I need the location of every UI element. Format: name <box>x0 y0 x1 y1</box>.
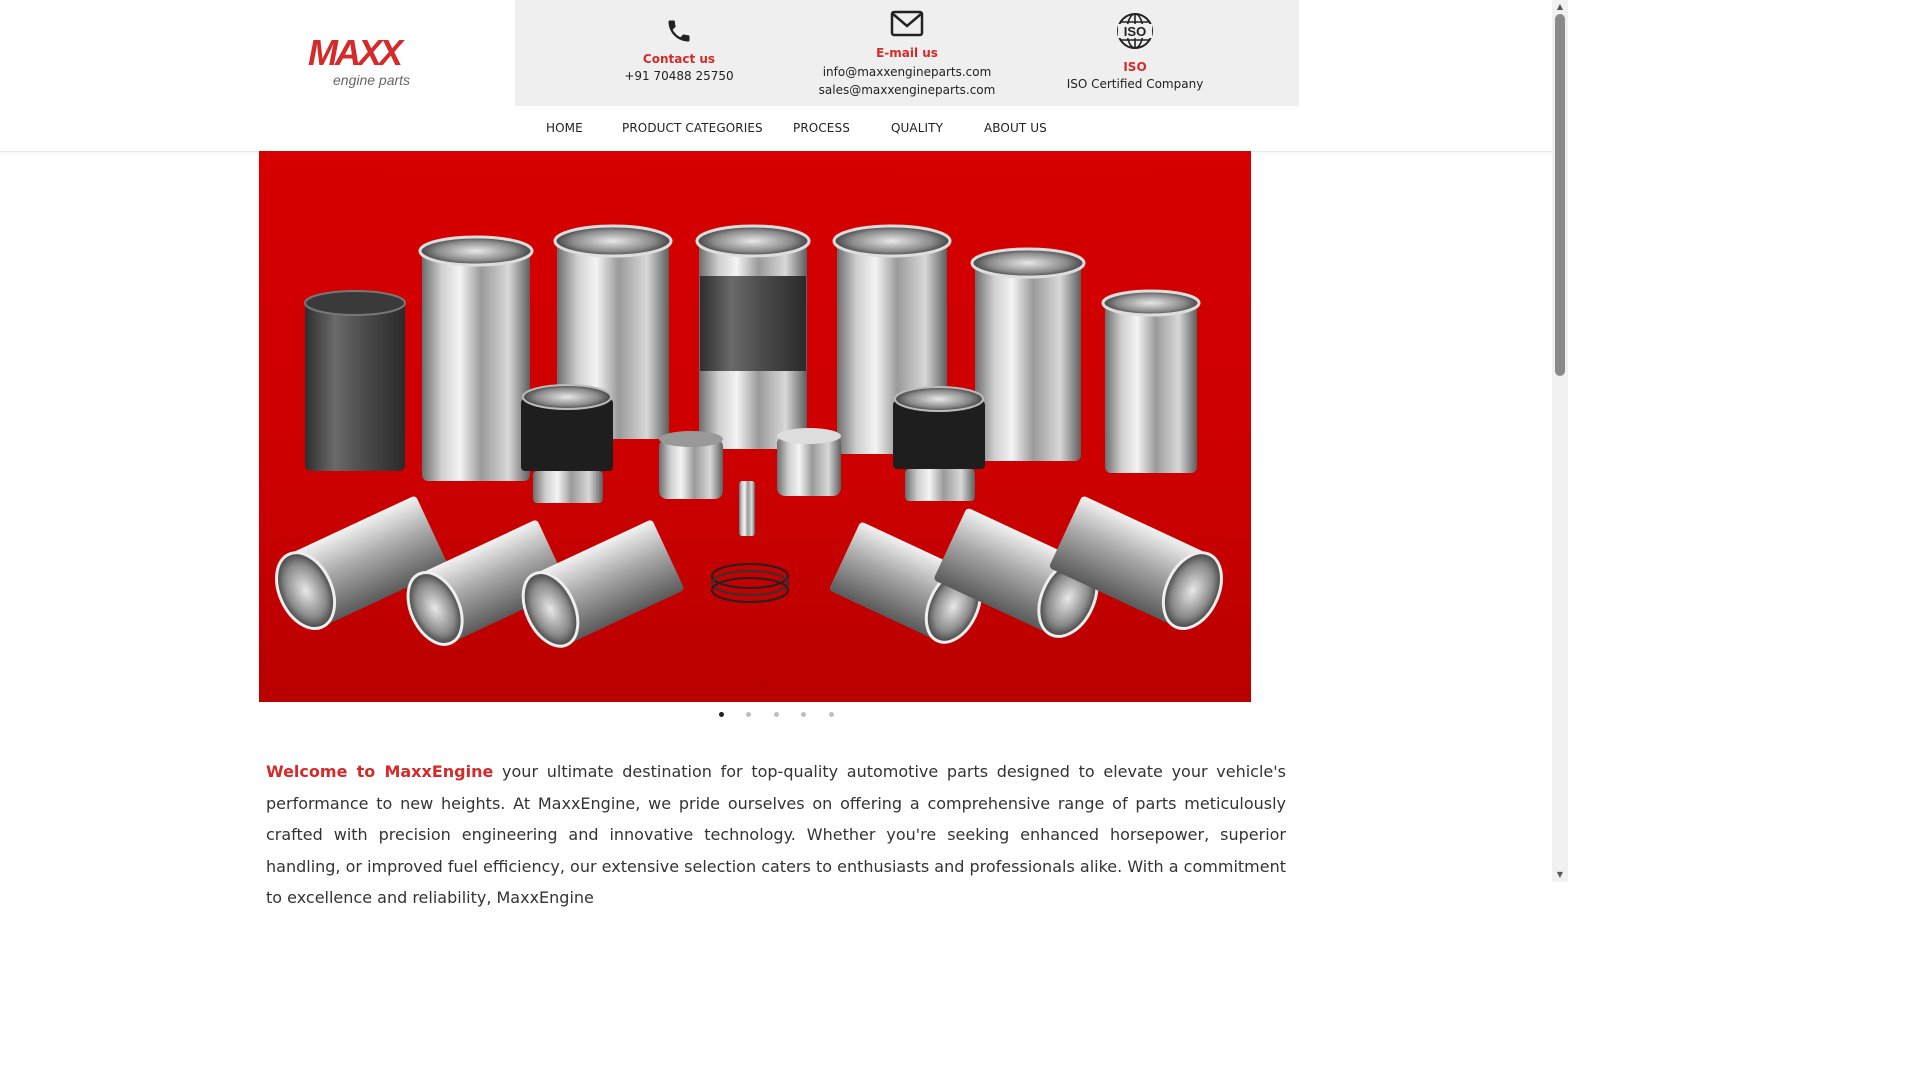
slider-dot-4[interactable] <box>801 712 806 717</box>
contact-email-label: E-mail us <box>876 46 938 60</box>
contact-email[interactable]: E-mail us info@maxxengineparts.com sales… <box>787 9 1027 99</box>
intro-highlight: Welcome to MaxxEngine <box>266 762 494 781</box>
nav-item-about-us[interactable]: ABOUT US <box>984 121 1047 135</box>
intro-paragraph: Welcome to MaxxEngine your ultimate dest… <box>266 756 1286 914</box>
phone-icon <box>668 20 690 42</box>
contact-phone-value[interactable]: +91 70488 25750 <box>559 67 799 85</box>
slider-pagination <box>0 712 1552 720</box>
scroll-down-arrow-icon[interactable]: ▼ <box>1552 868 1568 882</box>
slider-dot-3[interactable] <box>774 712 779 717</box>
logo-subtext: engine parts <box>333 72 410 88</box>
hero-slider[interactable] <box>259 151 1251 702</box>
nav-item-quality[interactable]: QUALITY <box>891 121 943 135</box>
contact-iso-label: ISO <box>1123 60 1147 74</box>
nav-item-home[interactable]: HOME <box>546 121 583 135</box>
logo-mark: MAXX <box>308 32 405 73</box>
main-nav: HOME PRODUCT CATEGORIES PROCESS QUALITY … <box>0 106 1552 152</box>
intro-text: your ultimate destination for top-qualit… <box>266 762 1286 907</box>
scroll-up-arrow-icon[interactable]: ▲ <box>1552 0 1568 14</box>
contact-iso-value: ISO Certified Company <box>1066 77 1204 91</box>
contact-phone-label: Contact us <box>642 52 716 66</box>
contact-iso: ISO ISO ISO Certified Company <box>1015 11 1255 93</box>
hero-image-engine-parts <box>259 151 1251 702</box>
scrollbar-thumb[interactable] <box>1555 14 1565 376</box>
contact-phone[interactable]: Contact us +91 70488 25750 <box>559 17 799 85</box>
iso-icon-text: ISO <box>1124 24 1146 39</box>
nav-item-process[interactable]: PROCESS <box>793 121 850 135</box>
slider-dot-5[interactable] <box>829 712 834 717</box>
contact-panel: Contact us +91 70488 25750 E-mail us inf… <box>515 0 1299 106</box>
brand-logo[interactable]: MAXX engine parts <box>306 28 456 90</box>
page-scrollbar[interactable]: ▲ ▼ <box>1552 0 1568 882</box>
slider-dot-2[interactable] <box>746 712 751 717</box>
mail-icon <box>890 10 924 37</box>
nav-item-product-categories[interactable]: PRODUCT CATEGORIES <box>622 121 763 135</box>
contact-email-sales[interactable]: sales@maxxengineparts.com <box>787 81 1027 99</box>
slider-dot-1[interactable] <box>719 712 724 717</box>
contact-email-info[interactable]: info@maxxengineparts.com <box>787 63 1027 81</box>
header: MAXX engine parts Contact us +91 70488 2… <box>0 0 1552 106</box>
iso-globe-icon: ISO <box>1117 13 1153 49</box>
